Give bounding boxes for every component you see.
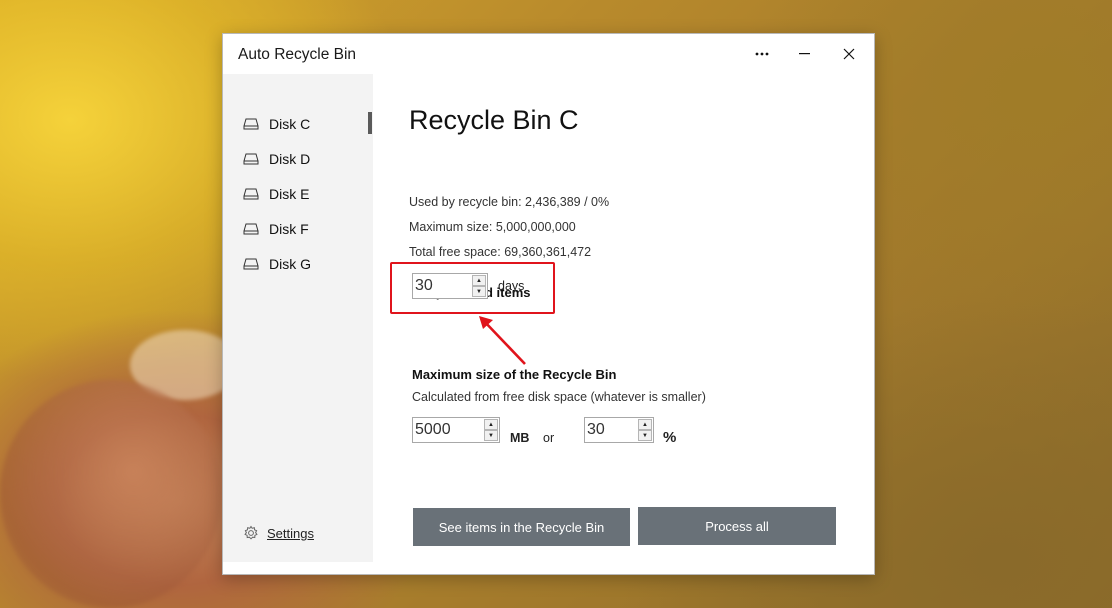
max-size-title: Maximum size of the Recycle Bin	[412, 367, 617, 382]
sidebar-item-disk-c[interactable]: Disk C	[243, 113, 310, 135]
sidebar: Disk C Disk D Disk E Disk F Disk G Setti…	[223, 74, 373, 562]
background-shape	[0, 380, 222, 608]
sidebar-item-label: Disk F	[269, 221, 309, 237]
sidebar-item-disk-d[interactable]: Disk D	[243, 148, 310, 170]
drive-icon	[243, 223, 259, 235]
stepper-arrows: ▲ ▼	[638, 419, 652, 441]
drive-icon	[243, 188, 259, 200]
drive-icon	[243, 153, 259, 165]
percent-unit-label: %	[663, 429, 677, 446]
mb-unit-label: MB	[510, 431, 530, 445]
stepper-arrows: ▲ ▼	[484, 419, 498, 441]
sidebar-item-disk-g[interactable]: Disk G	[243, 253, 311, 275]
close-icon[interactable]	[831, 42, 867, 66]
more-icon[interactable]	[744, 42, 780, 66]
arrow-annotation-icon	[479, 316, 526, 365]
free-space-info: Total free space: 69,360,361,472	[409, 245, 592, 259]
sidebar-item-label: Disk C	[269, 116, 311, 132]
chevron-down-icon[interactable]: ▼	[484, 430, 498, 441]
settings-link[interactable]: Settings	[243, 525, 314, 541]
title-bar[interactable]: Auto Recycle Bin	[223, 34, 874, 74]
chevron-up-icon[interactable]: ▲	[484, 419, 498, 430]
sidebar-item-label: Disk G	[269, 256, 311, 272]
window-title: Auto Recycle Bin	[238, 46, 357, 63]
highlight-box	[390, 262, 555, 314]
sidebar-item-label: Disk D	[269, 151, 311, 167]
drive-icon	[243, 118, 259, 130]
chevron-up-icon[interactable]: ▲	[638, 419, 652, 430]
see-items-button[interactable]: See items in the Recycle Bin	[413, 508, 630, 546]
main-content: Recycle Bin C Used by recycle bin: 2,436…	[373, 74, 874, 574]
chevron-down-icon[interactable]: ▼	[638, 430, 652, 441]
page-title: Recycle Bin C	[409, 105, 579, 135]
or-label: or	[543, 431, 555, 445]
selection-indicator	[368, 112, 372, 134]
process-all-button[interactable]: Process all	[638, 507, 836, 545]
percent-stepper[interactable]: 30 ▲ ▼	[584, 417, 654, 443]
mb-value[interactable]: 5000	[413, 421, 484, 439]
sidebar-item-disk-e[interactable]: Disk E	[243, 183, 309, 205]
settings-label: Settings	[267, 525, 314, 541]
sidebar-item-disk-f[interactable]: Disk F	[243, 218, 309, 240]
used-info: Used by recycle bin: 2,436,389 / 0%	[409, 195, 610, 209]
max-size-subtitle: Calculated from free disk space (whateve…	[412, 390, 706, 404]
sidebar-item-label: Disk E	[269, 186, 310, 202]
mb-stepper[interactable]: 5000 ▲ ▼	[412, 417, 500, 443]
percent-value[interactable]: 30	[585, 421, 638, 439]
max-size-info: Maximum size: 5,000,000,000	[409, 220, 576, 234]
gear-icon	[244, 525, 258, 540]
app-window: Auto Recycle Bin Disk C Disk D Disk E Di…	[222, 33, 875, 575]
minimize-icon[interactable]	[786, 42, 822, 66]
drive-icon	[243, 258, 259, 270]
